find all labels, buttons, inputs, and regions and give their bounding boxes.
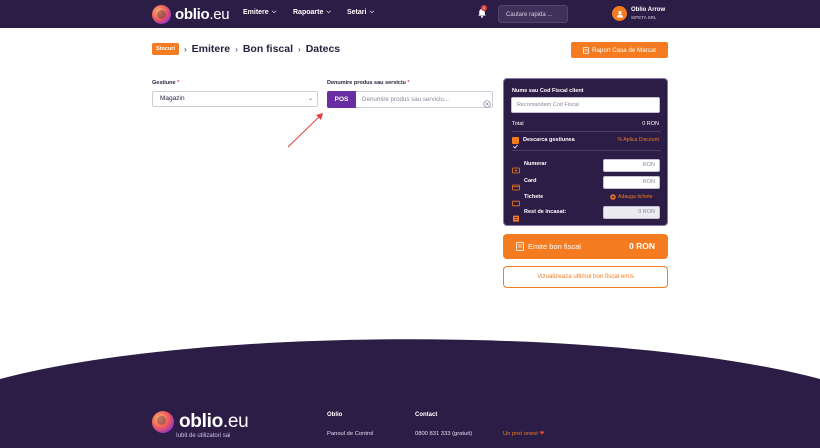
footer-col-contact-title: Contact bbox=[415, 412, 438, 418]
footer-logo[interactable]: oblio.eu bbox=[152, 411, 249, 433]
chevron-down-icon: ⌄ bbox=[307, 96, 313, 102]
footer-background bbox=[0, 339, 820, 448]
chevron-right-icon: › bbox=[235, 44, 238, 54]
product-search-input[interactable]: Denumire produs sau serviciu... bbox=[356, 91, 493, 108]
footer-link-phone[interactable]: 0800 831 333 (gratuit) bbox=[415, 431, 472, 437]
user-avatar-icon[interactable] bbox=[612, 6, 627, 21]
card-input[interactable]: RON bbox=[603, 176, 660, 189]
produs-label: Denumire produs sau serviciu * bbox=[327, 80, 410, 86]
report-button-label: Raport Casa de Marcat bbox=[592, 46, 656, 54]
top-navbar: oblio.eu Emitere ⌵ Rapoarte ⌵ Setari ⌵ 1 Ca… bbox=[0, 0, 820, 28]
heart-icon: ❤ bbox=[539, 431, 545, 437]
plus-circle-icon bbox=[610, 194, 616, 200]
ticket-icon bbox=[512, 194, 520, 207]
breadcrumb-item-bon-fiscal[interactable]: Bon fiscal bbox=[243, 43, 293, 55]
numerar-label: Numerar bbox=[524, 161, 547, 167]
gestiune-value: Magazin bbox=[160, 95, 185, 102]
logo-text: oblio.eu bbox=[175, 6, 230, 23]
chevron-down-icon: ⌵ bbox=[271, 9, 277, 15]
nav-emitere-label: Emitere bbox=[243, 9, 269, 16]
oblio-logo-mark-icon bbox=[152, 5, 171, 24]
client-input[interactable]: Recomandam Cod Fiscal bbox=[511, 97, 660, 113]
tichete-label: Tichete bbox=[524, 194, 544, 200]
footer-link-dashboard[interactable]: Panoul de Control bbox=[327, 431, 373, 437]
footer-col-oblio-title: Oblio bbox=[327, 412, 343, 418]
footer-logo-text: oblio.eu bbox=[179, 411, 249, 432]
total-label: Total bbox=[512, 121, 524, 127]
nav-rapoarte[interactable]: Rapoarte ⌵ bbox=[293, 9, 331, 16]
card-icon bbox=[512, 178, 520, 191]
cash-icon bbox=[512, 161, 520, 174]
view-last-receipt-button[interactable]: Vizualizeaza ultimul bon fiscal emis bbox=[503, 266, 668, 288]
breadcrumb-badge-stocuri[interactable]: Stocuri bbox=[152, 43, 179, 55]
quick-search-input[interactable]: Cautare rapida ... bbox=[498, 5, 568, 23]
oblio-logo-mark-icon bbox=[152, 411, 174, 433]
chevron-down-icon: ⌵ bbox=[369, 9, 375, 15]
add-tickets-link[interactable]: Adauga tichete bbox=[610, 194, 653, 200]
descarca-label: Descarca gestiunea bbox=[523, 137, 575, 143]
pos-button[interactable]: POS bbox=[327, 91, 356, 108]
nav-emitere[interactable]: Emitere ⌵ bbox=[243, 9, 276, 16]
footer-honest-price: Un pret onest ❤ bbox=[503, 431, 544, 437]
chevron-right-icon: › bbox=[183, 44, 187, 54]
emite-button-amount: 0 RON bbox=[629, 241, 655, 251]
breadcrumb: Stocuri › Emitere › Bon fiscal › Datecs bbox=[152, 43, 340, 55]
document-icon bbox=[583, 46, 589, 54]
total-value: 0 RON bbox=[642, 121, 659, 127]
add-tickets-label: Adauga tichete bbox=[618, 194, 653, 200]
clear-icon[interactable] bbox=[483, 95, 491, 108]
rest-value: 0 RON bbox=[603, 206, 660, 219]
divider bbox=[512, 150, 661, 151]
nav-setari-label: Setari bbox=[347, 9, 367, 16]
wallet-icon bbox=[512, 209, 520, 222]
oblio-logo[interactable]: oblio.eu bbox=[152, 5, 230, 24]
user-company: SIPETA SRL bbox=[631, 15, 657, 20]
nav-rapoarte-label: Rapoarte bbox=[293, 9, 324, 16]
rest-label: Rest de incasat: bbox=[524, 209, 567, 215]
report-cash-register-button[interactable]: Raport Casa de Marcat bbox=[571, 42, 668, 58]
divider bbox=[512, 131, 661, 132]
client-label: Nume sau Cod Fiscal client bbox=[512, 88, 584, 94]
footer-tagline: Iubit de utilizatori sai bbox=[176, 433, 231, 439]
nav-setari[interactable]: Setari ⌵ bbox=[347, 9, 374, 16]
honest-price-label: Un pret onest bbox=[503, 431, 538, 437]
apply-discount-link[interactable]: % Aplica Discount bbox=[617, 137, 659, 143]
emite-button-label: Emite bon fiscal bbox=[528, 242, 581, 251]
numerar-input[interactable]: RON bbox=[603, 159, 660, 172]
user-name[interactable]: Oblio Arrow bbox=[631, 7, 665, 13]
card-label: Card bbox=[524, 178, 537, 184]
receipt-icon bbox=[516, 242, 524, 251]
chevron-down-icon: ⌵ bbox=[326, 9, 331, 15]
gestiune-label: Gestiune * bbox=[152, 80, 180, 86]
descarca-checkbox[interactable] bbox=[512, 137, 519, 149]
notifications-badge: 1 bbox=[481, 5, 487, 11]
breadcrumb-item-emitere[interactable]: Emitere bbox=[192, 43, 231, 55]
chevron-right-icon: › bbox=[298, 44, 301, 54]
breadcrumb-item-datecs: Datecs bbox=[305, 43, 341, 55]
payment-panel: Nume sau Cod Fiscal client Recomandam Co… bbox=[503, 78, 668, 226]
emite-bon-fiscal-button[interactable]: Emite bon fiscal 0 RON bbox=[503, 234, 668, 259]
gestiune-select[interactable]: Magazin ⌄ bbox=[152, 91, 318, 107]
annotation-arrow-icon bbox=[287, 113, 323, 148]
